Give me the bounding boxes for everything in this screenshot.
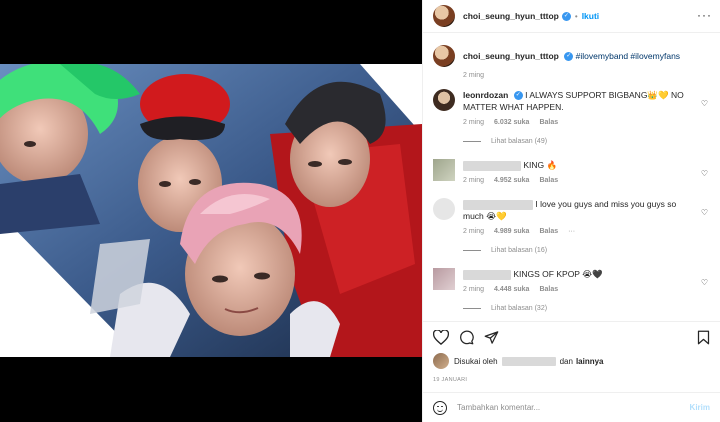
comment-item: I love you guys and miss you guys so muc… [433,198,710,235]
verified-icon: ✓ [513,91,523,101]
caption-username[interactable]: choi_seung_hyun_tttop [463,51,559,61]
liked-by: Disukai oleh dan lainnya [433,353,710,369]
band-photo-illustration [0,64,422,357]
comment-avatar[interactable] [433,159,455,181]
comment-time[interactable]: 2 ming [463,286,484,293]
post-actions: Disukai oleh dan lainnya 19 JANUARI [423,321,720,383]
comment-text: KINGS OF KPOP 😭🖤 [513,269,603,279]
blurred-username [463,269,511,280]
comment-username[interactable]: leonrdozan [463,90,508,100]
comment-text: KING 🔥 [523,160,558,170]
view-replies-label: Lihat balasan (32) [491,305,548,312]
heart-icon[interactable]: ♡ [701,169,708,178]
view-replies-button[interactable]: Lihat balasan (16) [463,247,710,254]
share-icon[interactable] [484,330,499,345]
caption-avatar[interactable] [433,45,455,67]
comments-list[interactable]: choi_seung_hyun_tttop ✓ #ilovemyband #il… [423,33,720,321]
liked-by-and: dan [559,356,573,366]
liker-avatar[interactable] [433,353,449,369]
comment-avatar[interactable] [433,198,455,220]
comment-likes[interactable]: 4.952 suka [494,177,529,184]
more-icon[interactable]: ··· [697,8,712,22]
comment-likes[interactable]: 6.032 suka [494,119,529,126]
comment-time[interactable]: 2 ming [463,119,484,126]
heart-icon[interactable] [433,330,449,345]
comment-likes[interactable]: 4.989 suka [494,228,529,235]
comment-time[interactable]: 2 ming [463,177,484,184]
comment-likes[interactable]: 4.448 suka [494,286,529,293]
reply-button[interactable]: Balas [539,177,558,184]
reply-button[interactable]: Balas [539,228,558,235]
comment-item: KINGS OF KPOP 😭🖤 2 ming 4.448 suka Balas… [433,268,710,293]
verified-icon: ✓ [561,11,571,21]
comment-options-icon[interactable]: ··· [568,228,575,235]
view-replies-label: Lihat balasan (16) [491,247,548,254]
comment-time[interactable]: 2 ming [463,228,484,235]
comment-item: KING 🔥 2 ming 4.952 suka Balas ♡ [433,159,710,184]
emoji-icon[interactable] [433,400,447,415]
separator-dot: • [574,11,578,21]
liked-by-others[interactable]: lainnya [576,357,604,366]
caption-time[interactable]: 2 ming [463,72,484,79]
comment-item: leonrdozan ✓ I ALWAYS SUPPORT BIGBANG👑💛 … [433,89,710,126]
caption: choi_seung_hyun_tttop ✓ #ilovemyband #il… [433,45,710,79]
reply-button[interactable]: Balas [539,286,558,293]
verified-icon: ✓ [564,52,574,62]
heart-icon[interactable]: ♡ [701,208,708,217]
bookmark-icon[interactable] [697,330,710,345]
author-avatar[interactable] [433,5,455,27]
add-comment-bar: Kirim [423,392,720,422]
comment-input[interactable] [457,403,690,412]
heart-icon[interactable]: ♡ [701,99,708,108]
author-username[interactable]: choi_seung_hyun_tttop [463,11,559,21]
view-replies-button[interactable]: Lihat balasan (32) [463,305,710,312]
blurred-username [501,356,556,366]
view-replies-label: Lihat balasan (49) [491,138,548,145]
comment-avatar[interactable] [433,268,455,290]
post-header: choi_seung_hyun_tttop ✓ • Ikuti ··· [423,0,720,33]
comment-avatar[interactable] [433,89,455,111]
post-date[interactable]: 19 JANUARI [433,377,710,383]
view-replies-button[interactable]: Lihat balasan (49) [463,138,710,145]
post-media[interactable] [0,0,422,422]
heart-icon[interactable]: ♡ [701,278,708,287]
blurred-username [463,160,521,171]
comment-icon[interactable] [459,330,474,345]
reply-button[interactable]: Balas [539,119,558,126]
caption-hashtags[interactable]: #ilovemyband #ilovemyfans [576,51,680,61]
post-comment-button[interactable]: Kirim [690,403,710,412]
post-side-panel: choi_seung_hyun_tttop ✓ • Ikuti ··· choi… [422,0,720,422]
liked-by-prefix: Disukai oleh [454,356,498,366]
follow-button[interactable]: Ikuti [582,11,599,21]
post-photo[interactable] [0,64,422,357]
blurred-username [463,199,533,210]
